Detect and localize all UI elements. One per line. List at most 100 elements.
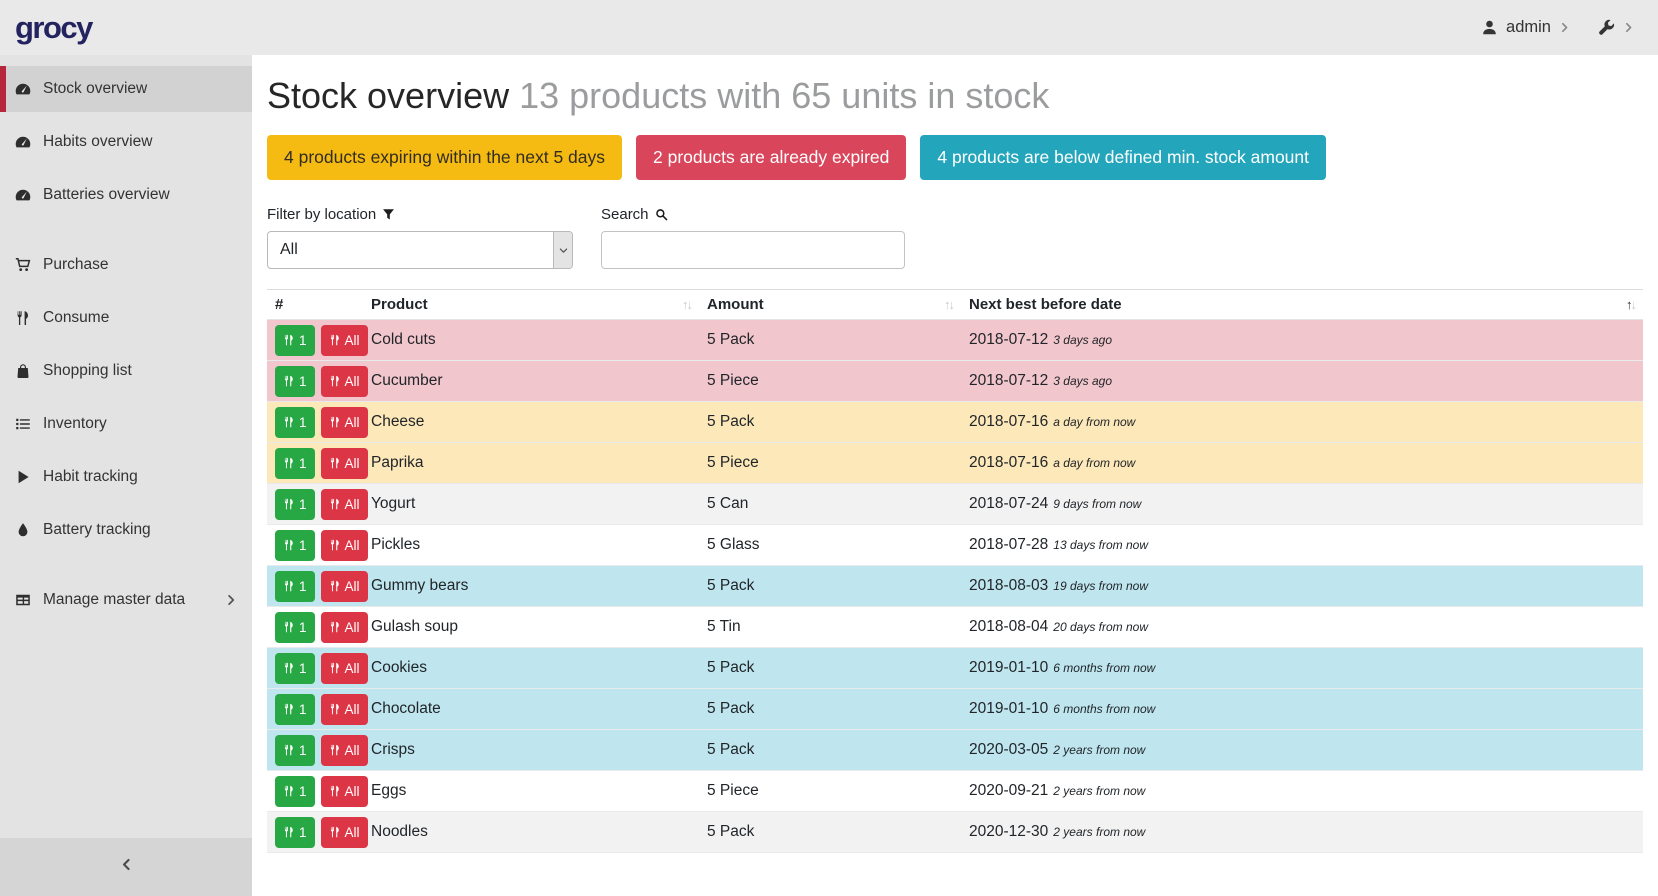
utensils-icon	[329, 457, 341, 469]
sidebar-item-shopping-list[interactable]: Shopping list	[0, 348, 252, 394]
button-label: All	[345, 497, 360, 512]
consume-one-button[interactable]: 1	[275, 735, 315, 766]
consume-all-button[interactable]: All	[321, 530, 368, 561]
sidebar-item-label: Shopping list	[43, 362, 132, 380]
settings-menu[interactable]	[1598, 19, 1634, 36]
sort-icon: ↑↓	[1626, 297, 1635, 312]
table-row: 1AllNoodles5 Pack2020-12-302 years from …	[267, 812, 1643, 853]
search-block: Search	[601, 206, 905, 269]
utensils-icon	[329, 498, 341, 510]
consume-all-button[interactable]: All	[321, 407, 368, 438]
consume-all-button[interactable]: All	[321, 448, 368, 479]
button-label: All	[345, 702, 360, 717]
consume-all-button[interactable]: All	[321, 325, 368, 356]
wrench-icon	[1598, 19, 1615, 36]
consume-one-button[interactable]: 1	[275, 776, 315, 807]
column-header-product[interactable]: Product↑↓	[363, 290, 699, 320]
user-menu[interactable]: admin	[1481, 18, 1570, 37]
status-badge[interactable]: 4 products expiring within the next 5 da…	[267, 135, 622, 180]
consume-one-button[interactable]: 1	[275, 653, 315, 684]
consume-all-button[interactable]: All	[321, 817, 368, 848]
table-row: 1AllYogurt5 Can2018-07-249 days from now	[267, 484, 1643, 525]
sidebar-item-consume[interactable]: Consume	[0, 295, 252, 341]
relative-time: 2 years from now	[1053, 743, 1145, 757]
play-icon	[15, 469, 34, 485]
consume-one-button[interactable]: 1	[275, 448, 315, 479]
column-header-amount[interactable]: Amount↑↓	[699, 290, 961, 320]
topbar: grocy admin	[0, 0, 1658, 55]
main-content: Stock overview 13 products with 65 units…	[252, 55, 1658, 896]
button-label: 1	[299, 456, 307, 471]
sidebar-item-battery-tracking[interactable]: Battery tracking	[0, 507, 252, 553]
consume-all-button[interactable]: All	[321, 612, 368, 643]
utensils-icon	[329, 662, 341, 674]
consume-all-button[interactable]: All	[321, 489, 368, 520]
sidebar-item-habits-overview[interactable]: Habits overview	[0, 119, 252, 165]
best-before-date: 2018-07-28	[969, 536, 1048, 553]
column-header-next-best-before-date[interactable]: Next best before date↑↓	[961, 290, 1643, 320]
product-name: Cucumber	[371, 372, 443, 389]
amount-value: 5 Glass	[707, 536, 760, 553]
best-before-date: 2020-09-21	[969, 782, 1048, 799]
sidebar-item-label: Habits overview	[43, 133, 152, 151]
utensils-icon	[329, 416, 341, 428]
relative-time: 19 days from now	[1053, 579, 1148, 593]
amount-value: 5 Piece	[707, 372, 759, 389]
button-label: 1	[299, 333, 307, 348]
sidebar-item-purchase[interactable]: Purchase	[0, 242, 252, 288]
amount-value: 5 Piece	[707, 454, 759, 471]
stock-table: #Product↑↓Amount↑↓Next best before date↑…	[267, 289, 1643, 853]
status-badge[interactable]: 2 products are already expired	[636, 135, 906, 180]
utensils-icon	[329, 621, 341, 633]
utensils-icon	[329, 826, 341, 838]
best-before-date: 2018-08-04	[969, 618, 1048, 635]
best-before-date: 2018-07-12	[969, 331, 1048, 348]
button-label: All	[345, 374, 360, 389]
consume-one-button[interactable]: 1	[275, 325, 315, 356]
consume-one-button[interactable]: 1	[275, 571, 315, 602]
utensils-icon	[283, 457, 295, 469]
consume-one-button[interactable]: 1	[275, 489, 315, 520]
sidebar-item-inventory[interactable]: Inventory	[0, 401, 252, 447]
app-logo[interactable]: grocy	[15, 10, 92, 46]
utensils-icon	[15, 310, 34, 326]
consume-one-button[interactable]: 1	[275, 612, 315, 643]
utensils-icon	[329, 744, 341, 756]
button-label: All	[345, 456, 360, 471]
consume-all-button[interactable]: All	[321, 571, 368, 602]
button-label: 1	[299, 784, 307, 799]
sidebar-item-manage-master-data[interactable]: Manage master data	[0, 577, 252, 623]
consume-all-button[interactable]: All	[321, 653, 368, 684]
sidebar-item-label: Battery tracking	[43, 521, 151, 539]
status-badge[interactable]: 4 products are below defined min. stock …	[920, 135, 1326, 180]
consume-all-button[interactable]: All	[321, 735, 368, 766]
amount-value: 5 Pack	[707, 823, 754, 840]
sidebar-item-stock-overview[interactable]: Stock overview	[0, 66, 252, 112]
amount-value: 5 Can	[707, 495, 748, 512]
chevron-left-icon	[120, 858, 133, 876]
location-select[interactable]: All	[267, 231, 573, 269]
sidebar-item-batteries-overview[interactable]: Batteries overview	[0, 172, 252, 218]
consume-one-button[interactable]: 1	[275, 817, 315, 848]
consume-all-button[interactable]: All	[321, 776, 368, 807]
utensils-icon	[283, 785, 295, 797]
sidebar-item-habit-tracking[interactable]: Habit tracking	[0, 454, 252, 500]
button-label: All	[345, 784, 360, 799]
table-row: 1AllCookies5 Pack2019-01-106 months from…	[267, 648, 1643, 689]
sidebar-item-label: Stock overview	[43, 80, 147, 98]
button-label: All	[345, 661, 360, 676]
sidebar-collapse-button[interactable]	[0, 838, 252, 896]
search-input[interactable]	[601, 231, 905, 269]
consume-all-button[interactable]: All	[321, 366, 368, 397]
consume-one-button[interactable]: 1	[275, 407, 315, 438]
button-label: 1	[299, 743, 307, 758]
consume-one-button[interactable]: 1	[275, 530, 315, 561]
shopping-cart-icon	[15, 257, 34, 273]
button-label: 1	[299, 415, 307, 430]
table-row: 1AllGummy bears5 Pack2018-08-0319 days f…	[267, 566, 1643, 607]
table-row: 1AllPickles5 Glass2018-07-2813 days from…	[267, 525, 1643, 566]
consume-one-button[interactable]: 1	[275, 694, 315, 725]
consume-all-button[interactable]: All	[321, 694, 368, 725]
consume-one-button[interactable]: 1	[275, 366, 315, 397]
product-name: Crisps	[371, 741, 415, 758]
